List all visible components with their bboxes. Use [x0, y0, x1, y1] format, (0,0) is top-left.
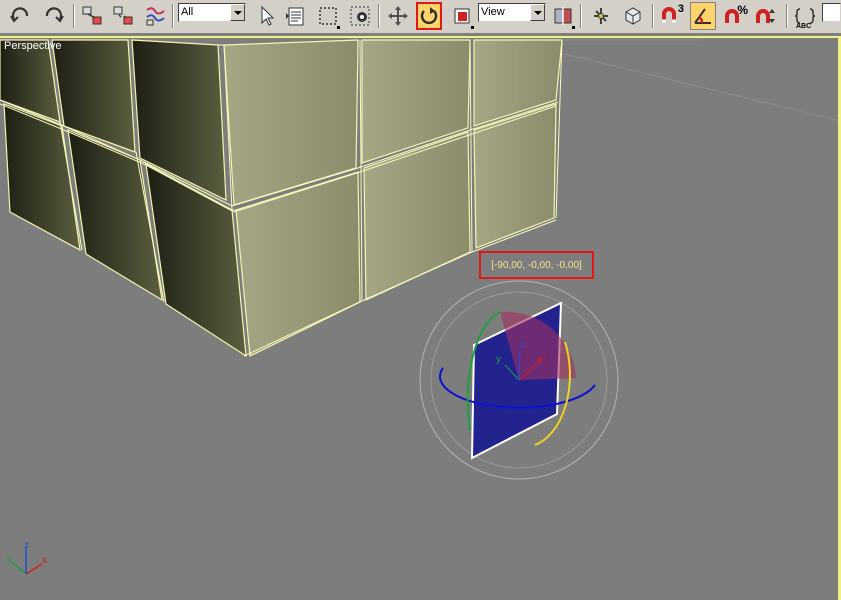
gizmo-z-label: z [520, 340, 525, 351]
viewport-label[interactable]: Perspective [4, 40, 61, 52]
world-axis-tripod: x y z [7, 540, 47, 575]
world-x-label: x [42, 555, 47, 566]
gizmo-y-label: y [496, 354, 501, 365]
viewport-scene: x y z x y z [0, 39, 841, 575]
world-z-label: z [24, 540, 29, 551]
world-y-label: y [7, 554, 12, 565]
rotate-gizmo[interactable]: x y z [419, 280, 619, 480]
gizmo-x-label: x [537, 354, 542, 365]
cube-object[interactable] [0, 39, 563, 358]
rotation-readout: [-90,00, -0,00, -0,00] [479, 251, 594, 279]
